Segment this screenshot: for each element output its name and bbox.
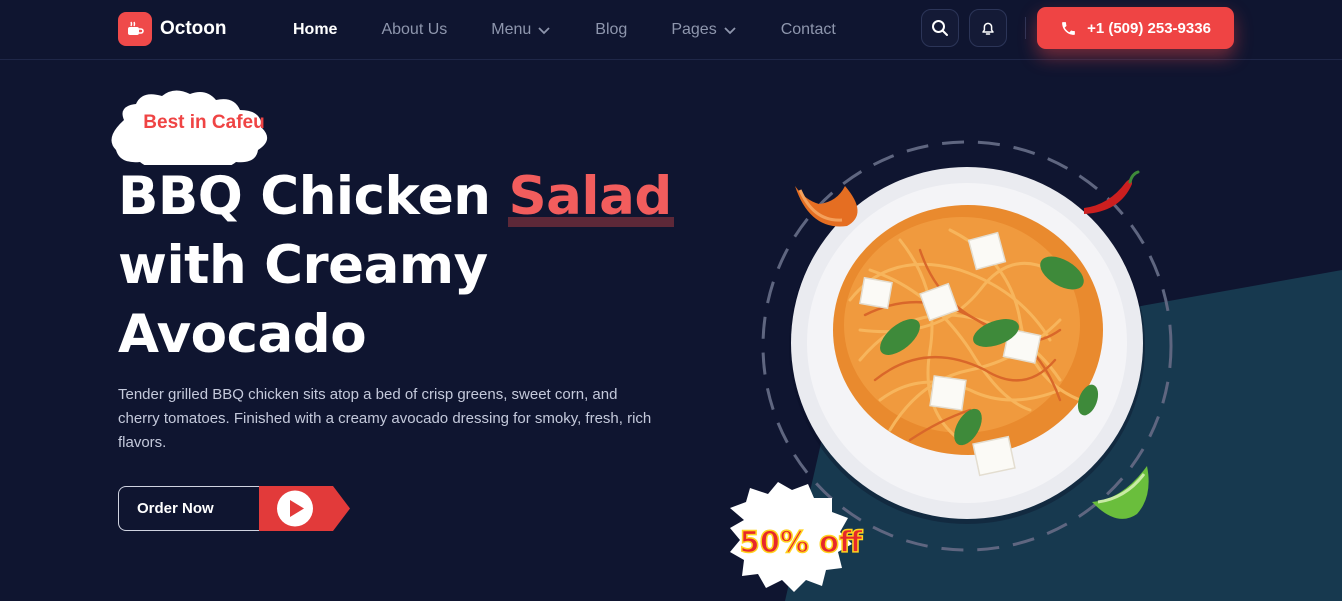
order-now-button[interactable]: Order Now — [118, 486, 350, 531]
nav-item-blog[interactable]: Blog — [595, 21, 627, 39]
headline-line-2: with Creamy — [118, 235, 488, 296]
brand-logo[interactable]: Octoon — [118, 12, 227, 46]
nav-item-label: Menu — [491, 21, 532, 38]
nav-item-menu[interactable]: Menu — [491, 21, 551, 39]
discount-label: 50% off — [740, 525, 863, 559]
bell-icon — [982, 22, 994, 35]
headline-accent: Salad — [508, 166, 674, 227]
main-nav: Home About Us Menu Blog Pages Contact — [293, 0, 880, 60]
navbar: Octoon Home About Us Menu Blog Pages Con… — [0, 0, 1342, 60]
search-button[interactable] — [921, 9, 959, 47]
nav-divider — [1025, 17, 1026, 39]
phone-call-button[interactable]: +1 (509) 253-9336 — [1037, 7, 1234, 49]
nav-item-pages[interactable]: Pages — [671, 21, 736, 39]
chevron-down-icon — [724, 27, 736, 35]
headline-part: BBQ Chicken — [118, 166, 509, 227]
nav-item-label: Home — [293, 21, 338, 38]
nav-item-label: Pages — [671, 21, 717, 38]
nav-item-label: Blog — [595, 21, 628, 38]
nav-item-contact[interactable]: Contact — [781, 21, 836, 39]
nav-item-home[interactable]: Home — [293, 21, 337, 39]
brand-name: Octoon — [160, 18, 227, 39]
search-icon — [932, 20, 948, 36]
play-icon — [259, 486, 350, 531]
phone-number: +1 (509) 253-9336 — [1087, 19, 1211, 37]
nav-item-label: Contact — [780, 21, 836, 38]
nav-item-label: About Us — [381, 21, 448, 38]
hero-food-illustration: 50% off — [730, 140, 1173, 592]
headline-line-3: Avocado — [118, 304, 367, 365]
nav-item-about-us[interactable]: About Us — [381, 21, 447, 39]
hero-headline: BBQ Chicken Salad with Creamy Avocado — [118, 162, 674, 369]
hero-badge-text: Best in Cafeu — [143, 112, 265, 133]
chevron-down-icon — [538, 27, 550, 35]
phone-icon — [1062, 21, 1075, 35]
hero-description: Tender grilled BBQ chicken sits atop a b… — [118, 386, 652, 451]
order-now-label: Order Now — [118, 486, 260, 531]
coffee-cup-icon — [118, 12, 152, 46]
notifications-button[interactable] — [969, 9, 1007, 47]
